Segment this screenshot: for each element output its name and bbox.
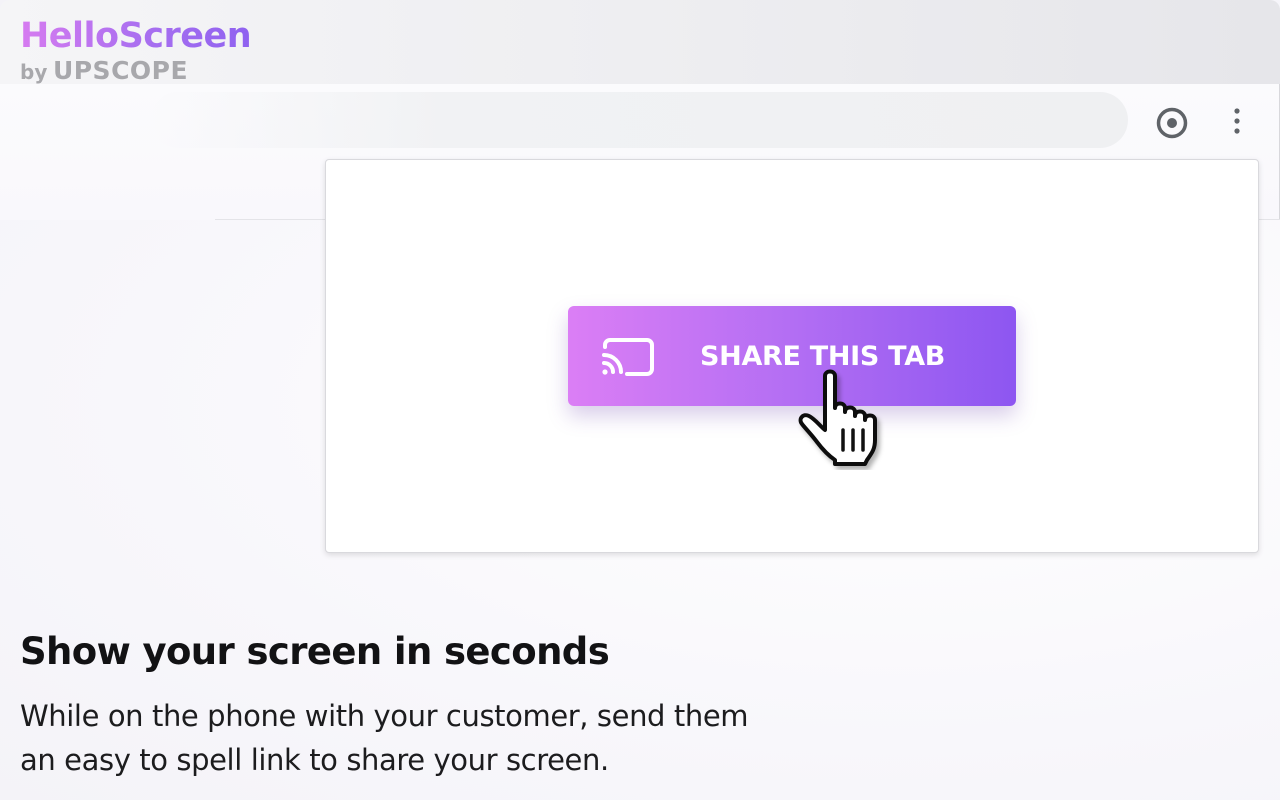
brand-logo: HelloScreen by UPSCOPE xyxy=(20,14,252,85)
brand-title: HelloScreen xyxy=(20,16,252,56)
extension-popup: SHARE THIS TAB xyxy=(325,159,1259,553)
marketing-headline: Show your screen in seconds xyxy=(20,630,610,673)
byline-prefix: by xyxy=(20,60,48,84)
hand-pointer-icon xyxy=(798,369,877,466)
marketing-description: While on the phone with your customer, s… xyxy=(20,699,749,777)
vertical-dots-icon[interactable] xyxy=(1226,106,1248,138)
eye-target-icon[interactable] xyxy=(1155,106,1189,140)
brand-byline: by UPSCOPE xyxy=(20,56,251,85)
cast-icon xyxy=(602,338,654,376)
byline-company: UPSCOPE xyxy=(52,56,189,85)
share-tab-button[interactable]: SHARE THIS TAB xyxy=(568,306,1016,406)
address-bar[interactable] xyxy=(150,92,1128,148)
